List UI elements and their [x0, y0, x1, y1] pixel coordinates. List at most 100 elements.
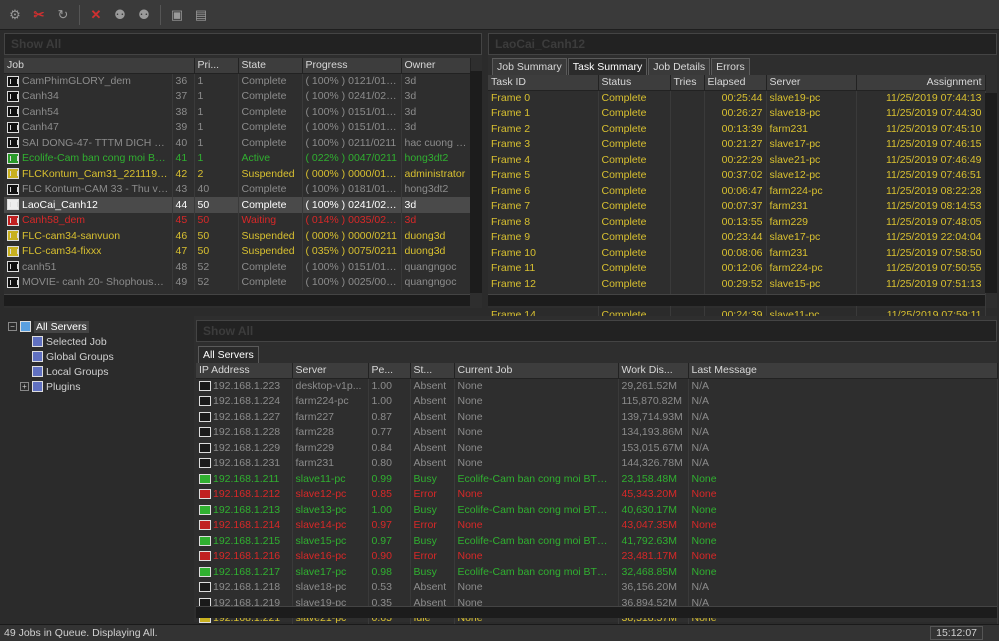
server-row[interactable]: 192.168.1.214 slave14-pc 0.97 Error None 43,0… — [196, 517, 998, 533]
server-row[interactable]: 192.168.1.217 slave17-pc 0.98 Busy Ecolife-C… — [196, 564, 998, 580]
tree-item-global-groups[interactable]: Global Groups — [8, 349, 192, 364]
jobs-vscroll[interactable] — [470, 71, 482, 293]
task-hscroll[interactable] — [488, 294, 985, 306]
servers-hscroll[interactable] — [196, 606, 997, 618]
task-tries — [670, 198, 705, 214]
server-row[interactable]: 192.168.1.216 slave16-pc 0.90 Error None 23,4… — [196, 548, 998, 564]
col-current-job[interactable]: Current Job — [454, 363, 619, 379]
job-row[interactable]: Canh58_dem 45 50 Waiting( 014% ) 0035/0241 3… — [4, 212, 471, 228]
task-row[interactable]: Frame 6 Complete 00:06:47 farm224-pc 11/25/2… — [488, 183, 986, 199]
task-row[interactable]: Frame 4 Complete 00:22:29 slave21-pc 11/25/2… — [488, 152, 986, 168]
col-server[interactable]: Server — [766, 75, 857, 91]
monitor-icon[interactable]: ▤ — [190, 4, 212, 26]
col-performance[interactable]: Pe... — [368, 363, 411, 379]
jobs-filter[interactable]: Show All — [4, 33, 482, 55]
tab-errors[interactable]: Errors — [711, 58, 750, 75]
tree-root[interactable]: − All Servers — [8, 319, 192, 334]
delete-job-icon[interactable]: ✂ — [28, 4, 50, 26]
job-row[interactable]: Ecolife-Cam ban cong moi BT... 41 1 Active(… — [4, 150, 471, 166]
server-row[interactable]: 192.168.1.218 slave18-pc 0.53 Absent None 36,… — [196, 579, 998, 595]
server-row[interactable]: 192.168.1.215 slave15-pc 0.97 Busy Ecolife-C… — [196, 533, 998, 549]
col-assignment[interactable]: Assignment — [856, 75, 986, 91]
server-row[interactable]: 192.168.1.212 slave12-pc 0.85 Error None 45,3… — [196, 486, 998, 502]
server-row[interactable]: 192.168.1.228 farm228 0.77 Absent None 134,19… — [196, 424, 998, 440]
suspend-icon[interactable]: ⚉ — [109, 4, 131, 26]
col-status[interactable]: Status — [598, 75, 671, 91]
server-row[interactable]: 192.168.1.224 farm224-pc 1.00 Absent None 115… — [196, 393, 998, 409]
job-id: 44 — [172, 197, 195, 213]
tree-item-selected-job[interactable]: Selected Job — [8, 334, 192, 349]
col-server[interactable]: Server — [292, 363, 369, 379]
expand-icon[interactable]: + — [20, 382, 29, 391]
col-state[interactable]: State — [238, 58, 303, 74]
task-row[interactable]: Frame 1 Complete 00:26:27 slave18-pc 11/25/2… — [488, 105, 986, 121]
server-performance: 0.99 — [368, 471, 411, 487]
job-row[interactable]: MOVIE- canh 20- Shophouse ... 49 52 Complet… — [4, 274, 471, 290]
job-row[interactable]: CamPhimGLORY_dem 36 1 Complete( 100% ) 0121… — [4, 73, 471, 89]
col-progress[interactable]: Progress — [302, 58, 402, 74]
job-row[interactable]: LaoCai_Canh12 44 50 Complete( 100% ) 0241/0… — [4, 197, 471, 213]
col-job[interactable]: Job — [4, 58, 195, 74]
col-task-id[interactable]: Task ID — [488, 75, 599, 91]
job-row[interactable]: Canh54 38 1 Complete( 100% ) 0151/0151 3d — [4, 104, 471, 120]
task-row[interactable]: Frame 9 Complete 00:23:44 slave17-pc 11/25/2… — [488, 229, 986, 245]
cog-icon[interactable]: ⚙ — [4, 4, 26, 26]
job-owner: hac cuong l... — [401, 135, 471, 151]
server-work-disk: 139,714.93M — [618, 409, 689, 425]
server-row[interactable]: 192.168.1.213 slave13-pc 1.00 Busy Ecolife-C… — [196, 502, 998, 518]
task-row[interactable]: Frame 5 Complete 00:37:02 slave12-pc 11/25/2… — [488, 167, 986, 183]
job-row[interactable]: FLC-cam34-fixxx 47 50 Suspended( 035% ) 007… — [4, 243, 471, 259]
stop-icon[interactable]: ✕ — [85, 4, 107, 26]
col-elapsed[interactable]: Elapsed — [704, 75, 767, 91]
tab-all-servers[interactable]: All Servers — [198, 346, 259, 363]
task-tries — [670, 152, 705, 168]
tab-task-summary[interactable]: Task Summary — [567, 58, 648, 75]
server-name: farm228 — [292, 424, 369, 440]
tree-item-plugins[interactable]: + Plugins — [8, 379, 192, 394]
server-ip-cell: 192.168.1.214 — [196, 517, 293, 533]
server-row[interactable]: 192.168.1.223 desktop-v1p... 1.00 Absent Non… — [196, 378, 998, 394]
col-last-message[interactable]: Last Message — [688, 363, 998, 379]
server-state: Error — [410, 486, 455, 502]
server-row[interactable]: 192.168.1.229 farm229 0.84 Absent None 153,01… — [196, 440, 998, 456]
col-ip-address[interactable]: IP Address — [196, 363, 293, 379]
task-row[interactable]: Frame 2 Complete 00:13:39 farm231 11/25/2019… — [488, 121, 986, 137]
col-server-state[interactable]: St... — [410, 363, 455, 379]
task-row[interactable]: Frame 12 Complete 00:29:52 slave15-pc 11/25/… — [488, 276, 986, 292]
job-row[interactable]: Canh34 37 1 Complete( 100% ) 0241/0241 3d — [4, 88, 471, 104]
server-performance: 1.00 — [368, 502, 411, 518]
task-row[interactable]: Frame 3 Complete 00:21:27 slave17-pc 11/25/2… — [488, 136, 986, 152]
col-owner[interactable]: Owner — [401, 58, 471, 74]
server-state: Busy — [410, 471, 455, 487]
server-row[interactable]: 192.168.1.227 farm227 0.87 Absent None 139,71… — [196, 409, 998, 425]
task-vscroll[interactable] — [985, 93, 997, 293]
task-row[interactable]: Frame 0 Complete 00:25:44 slave19-pc 11/25/2… — [488, 90, 986, 106]
job-name: FLCKontum_Cam31_221119_L2 — [22, 167, 172, 180]
tree-item-local-groups[interactable]: Local Groups — [8, 364, 192, 379]
refresh-icon[interactable]: ↻ — [52, 4, 74, 26]
col-priority[interactable]: Pri... — [194, 58, 239, 74]
job-row[interactable]: FLC Kontum-CAM 33 - Thu vien 43 40 Complete… — [4, 181, 471, 197]
resume-icon[interactable]: ⚉ — [133, 4, 155, 26]
job-name-cell: FLC-cam34-fixxx — [4, 243, 173, 259]
tab-job-summary[interactable]: Job Summary — [492, 58, 567, 75]
task-row[interactable]: Frame 10 Complete 00:08:06 farm231 11/25/201… — [488, 245, 986, 261]
job-row[interactable]: canh51 48 52 Complete( 100% ) 0151/0151 quan… — [4, 259, 471, 275]
task-row[interactable]: Frame 8 Complete 00:13:55 farm229 11/25/2019… — [488, 214, 986, 230]
job-row[interactable]: FLC-cam34-sanvuon 46 50 Suspended( 000% ) 0… — [4, 228, 471, 244]
task-row[interactable]: Frame 11 Complete 00:12:06 farm224-pc 11/25/… — [488, 260, 986, 276]
job-row[interactable]: FLCKontum_Cam31_221119_L2 42 2 Suspended( 0… — [4, 166, 471, 182]
col-tries[interactable]: Tries — [670, 75, 705, 91]
server-row[interactable]: 192.168.1.231 farm231 0.80 Absent None 144,32… — [196, 455, 998, 471]
collapse-icon[interactable]: − — [8, 322, 17, 331]
servers-filter[interactable]: Show All — [196, 320, 997, 342]
tab-job-details[interactable]: Job Details — [648, 58, 711, 75]
job-owner: duong3d — [401, 228, 471, 244]
job-row[interactable]: Canh47 39 1 Complete( 100% ) 0151/0151 3d — [4, 119, 471, 135]
task-row[interactable]: Frame 7 Complete 00:07:37 farm231 11/25/2019… — [488, 198, 986, 214]
job-row[interactable]: SAI DONG-47- TTTM DICH VU... 40 1 Complete(… — [4, 135, 471, 151]
col-work-disk[interactable]: Work Dis... — [618, 363, 689, 379]
jobs-hscroll[interactable] — [4, 294, 470, 306]
window-icon[interactable]: ▣ — [166, 4, 188, 26]
server-row[interactable]: 192.168.1.211 slave11-pc 0.99 Busy Ecolife-C… — [196, 471, 998, 487]
